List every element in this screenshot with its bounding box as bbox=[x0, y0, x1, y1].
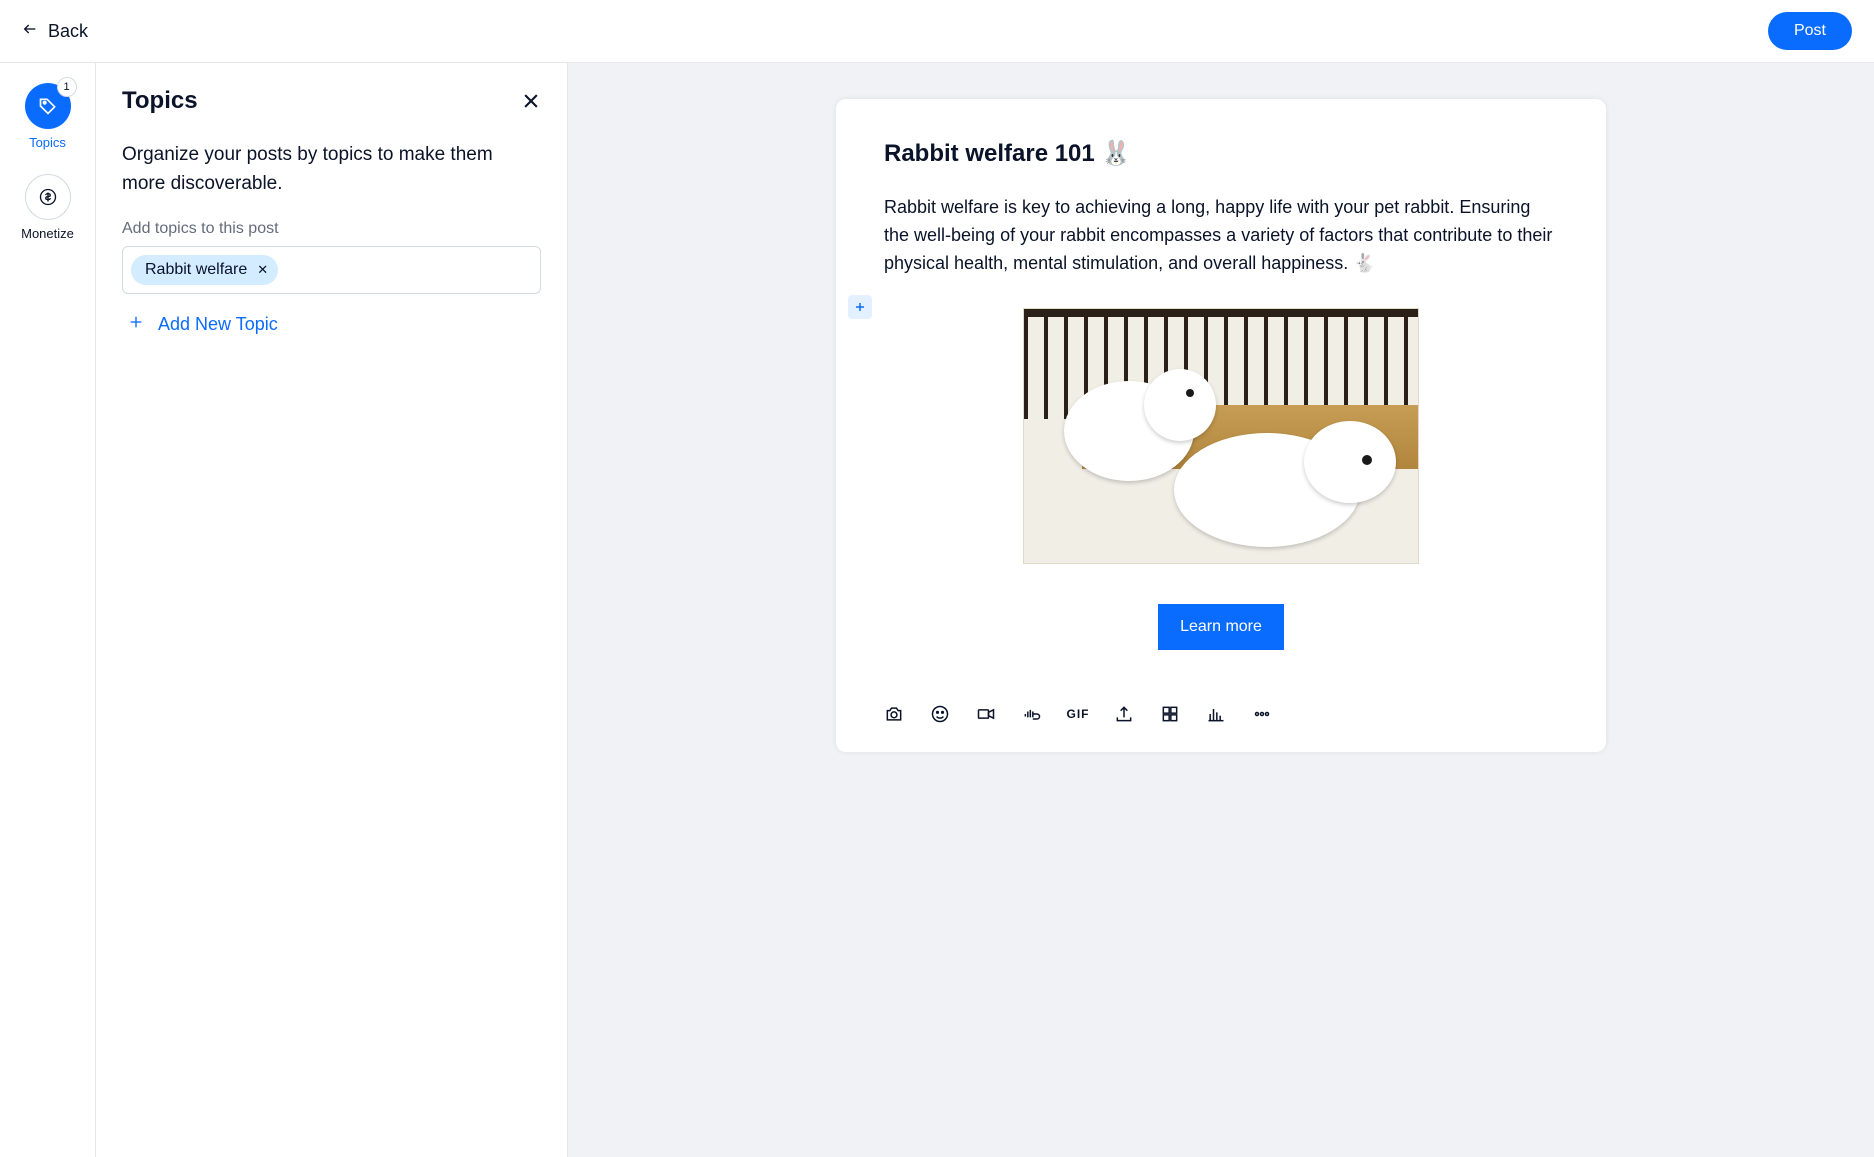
post-image[interactable] bbox=[884, 308, 1558, 564]
gif-icon[interactable]: GIF bbox=[1068, 704, 1088, 724]
video-icon[interactable] bbox=[976, 704, 996, 724]
post-body[interactable]: Rabbit welfare is key to achieving a lon… bbox=[884, 194, 1558, 278]
topics-input[interactable]: Rabbit welfare ✕ bbox=[122, 246, 541, 294]
sidebar: 1 Topics Monetize bbox=[0, 63, 96, 1157]
add-new-topic-button[interactable]: Add New Topic bbox=[122, 310, 284, 339]
topics-count-badge: 1 bbox=[57, 77, 77, 97]
post-button[interactable]: Post bbox=[1768, 12, 1852, 50]
topic-chip[interactable]: Rabbit welfare ✕ bbox=[131, 255, 278, 285]
sidebar-item-label: Topics bbox=[29, 135, 66, 150]
grid-icon[interactable] bbox=[1160, 704, 1180, 724]
plus-icon bbox=[128, 314, 144, 335]
preview-area: Rabbit welfare 101 🐰 Rabbit welfare is k… bbox=[568, 63, 1874, 1157]
close-icon[interactable] bbox=[521, 91, 541, 111]
insert-block-button[interactable] bbox=[848, 295, 872, 319]
sidebar-item-label: Monetize bbox=[21, 226, 74, 241]
soundcloud-icon[interactable] bbox=[1022, 704, 1042, 724]
upload-icon[interactable] bbox=[1114, 704, 1134, 724]
post-title[interactable]: Rabbit welfare 101 🐰 bbox=[884, 139, 1558, 168]
chip-remove-icon[interactable]: ✕ bbox=[257, 262, 268, 278]
tag-icon: 1 bbox=[25, 83, 71, 129]
back-button[interactable]: Back bbox=[22, 21, 88, 42]
header-bar: Back Post bbox=[0, 0, 1874, 63]
back-label: Back bbox=[48, 21, 88, 42]
sidebar-item-topics[interactable]: 1 Topics bbox=[25, 83, 71, 150]
editor-toolbar: GIF bbox=[884, 692, 1558, 724]
post-card: Rabbit welfare 101 🐰 Rabbit welfare is k… bbox=[836, 99, 1606, 752]
rabbits-illustration bbox=[1023, 308, 1419, 564]
learn-more-button[interactable]: Learn more bbox=[1158, 604, 1284, 650]
panel-description: Organize your posts by topics to make th… bbox=[122, 141, 541, 198]
more-icon[interactable] bbox=[1252, 704, 1272, 724]
arrow-left-icon bbox=[22, 21, 38, 42]
poll-icon[interactable] bbox=[1206, 704, 1226, 724]
panel-title: Topics bbox=[122, 87, 198, 115]
field-label: Add topics to this post bbox=[122, 220, 541, 238]
topics-panel: Topics Organize your posts by topics to … bbox=[96, 63, 568, 1157]
add-new-topic-label: Add New Topic bbox=[158, 314, 278, 335]
camera-icon[interactable] bbox=[884, 704, 904, 724]
emoji-icon[interactable] bbox=[930, 704, 950, 724]
chip-label: Rabbit welfare bbox=[145, 261, 247, 279]
sidebar-item-monetize[interactable]: Monetize bbox=[21, 174, 74, 241]
dollar-icon bbox=[25, 174, 71, 220]
